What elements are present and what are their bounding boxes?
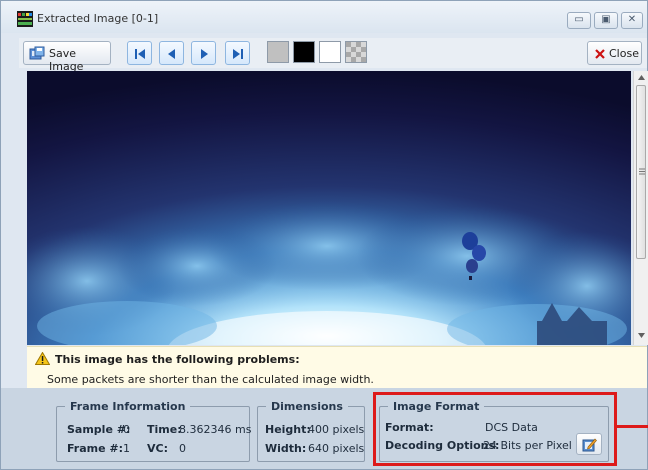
last-frame-button[interactable] [225, 41, 250, 65]
app-icon [17, 11, 33, 27]
next-frame-button[interactable] [191, 41, 216, 65]
highlight-pointer-line [617, 425, 648, 428]
dimensions-legend: Dimensions [271, 400, 343, 413]
last-frame-icon [233, 49, 243, 59]
vertical-scrollbar[interactable] [633, 71, 648, 345]
window-title: Extracted Image [0-1] [37, 12, 159, 25]
scroll-thumb[interactable] [636, 85, 646, 259]
previous-frame-icon [168, 49, 175, 59]
warning-detail: Some packets are shorter than the calcul… [47, 373, 374, 386]
image-format-highlight [373, 392, 617, 466]
window-close-button[interactable]: ✕ [621, 12, 643, 29]
frame-number-label: Frame #: [67, 442, 124, 455]
first-frame-button[interactable] [127, 41, 152, 65]
warning-panel: This image has the following problems: S… [27, 346, 647, 388]
save-image-button[interactable]: Save Image [23, 41, 111, 73]
vc-value: 0 [179, 442, 186, 455]
sample-number-label: Sample #: [67, 423, 131, 436]
close-button[interactable]: Close [587, 41, 642, 65]
background-white-swatch[interactable] [319, 41, 341, 63]
extracted-image-display[interactable] [27, 71, 631, 345]
background-checkerboard-swatch[interactable] [345, 41, 367, 63]
minimize-button[interactable]: ▭ [567, 12, 591, 29]
extracted-image [27, 71, 631, 345]
minimize-icon: ▭ [574, 14, 584, 25]
maximize-icon: ▣ [601, 14, 611, 25]
save-image-label: Save Image [49, 47, 84, 73]
height-value: 400 pixels [308, 423, 365, 436]
save-image-icon [29, 46, 45, 60]
maximize-button[interactable]: ▣ [594, 12, 618, 29]
width-value: 640 pixels [308, 442, 365, 455]
next-frame-icon [201, 49, 208, 59]
time-label: Time: [147, 423, 182, 436]
scroll-down-icon[interactable] [638, 333, 645, 338]
first-frame-icon [135, 49, 145, 59]
scroll-grip-icon [639, 168, 645, 175]
warning-icon [35, 352, 50, 365]
warning-title: This image has the following problems: [55, 353, 300, 366]
frame-information-legend: Frame Information [70, 400, 186, 413]
background-gray-swatch[interactable] [267, 41, 289, 63]
height-label: Height: [265, 423, 311, 436]
close-label: Close [609, 47, 639, 60]
frame-number-value: 1 [123, 442, 130, 455]
window-close-icon: ✕ [627, 14, 637, 25]
vc-label: VC: [147, 442, 168, 455]
background-black-swatch[interactable] [293, 41, 315, 63]
toolbar: Save Image Close [19, 38, 647, 73]
title-bar[interactable]: Extracted Image [0-1] ▭ ▣ ✕ [1, 1, 647, 33]
time-value: 8.362346 ms [179, 423, 252, 436]
sample-number-value: 0 [123, 423, 130, 436]
scroll-up-icon[interactable] [638, 75, 645, 80]
previous-frame-button[interactable] [159, 41, 184, 65]
extracted-image-window: Extracted Image [0-1] ▭ ▣ ✕ Save Image C… [0, 0, 648, 470]
close-x-icon [595, 49, 605, 59]
width-label: Width: [265, 442, 307, 455]
